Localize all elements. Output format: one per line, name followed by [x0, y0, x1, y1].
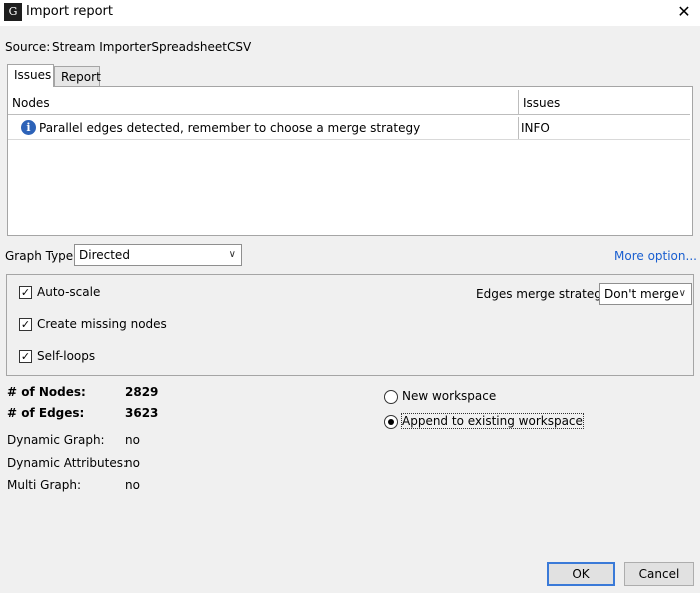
multi-graph-label: Multi Graph:	[7, 478, 81, 492]
more-options-link[interactable]: More option...	[614, 249, 697, 263]
self-loops-checkbox[interactable]: ✓	[19, 350, 32, 363]
edges-merge-strategy-label: Edges merge strategy:	[476, 287, 613, 301]
source-value: Stream ImporterSpreadsheetCSV	[52, 40, 252, 54]
column-header-issues[interactable]: Issues	[518, 90, 690, 114]
append-workspace-label: Append to existing workspace	[401, 413, 584, 429]
close-icon[interactable]: ✕	[672, 1, 696, 23]
edges-count-value: 3623	[125, 406, 159, 420]
app-logo-icon: G	[4, 3, 22, 21]
issues-table-header: Nodes Issues	[8, 90, 690, 115]
source-label: Source:	[5, 40, 51, 54]
auto-scale-label: Auto-scale	[37, 285, 101, 299]
new-workspace-label: New workspace	[402, 389, 497, 403]
tab-report[interactable]: Report	[54, 66, 101, 87]
info-icon: i	[21, 120, 36, 135]
chevron-down-icon: ∨	[678, 288, 686, 299]
dynamic-graph-value: no	[125, 433, 140, 447]
ok-button[interactable]: OK	[547, 562, 615, 586]
nodes-count-label: # of Nodes:	[7, 385, 86, 399]
dynamic-attributes-value: no	[125, 456, 140, 470]
merge-strategy-value: Don't merge	[604, 287, 679, 301]
column-header-nodes[interactable]: Nodes	[8, 90, 518, 114]
graph-type-value: Directed	[79, 248, 130, 262]
auto-scale-checkbox[interactable]: ✓	[19, 286, 32, 299]
issue-level: INFO	[518, 117, 690, 139]
create-missing-nodes-label: Create missing nodes	[37, 317, 167, 331]
table-row[interactable]: i Parallel edges detected, remember to c…	[8, 117, 690, 140]
window-title: Import report	[26, 4, 113, 19]
graph-type-label: Graph Type:	[5, 249, 78, 263]
nodes-count-value: 2829	[125, 385, 159, 399]
edges-merge-strategy-dropdown[interactable]: Don't merge ∨	[599, 283, 692, 305]
edges-count-label: # of Edges:	[7, 406, 85, 420]
tab-issues[interactable]: Issues	[7, 64, 54, 87]
cancel-button[interactable]: Cancel	[624, 562, 694, 586]
dynamic-graph-label: Dynamic Graph:	[7, 433, 105, 447]
self-loops-label: Self-loops	[37, 349, 96, 363]
chevron-down-icon: ∨	[228, 249, 236, 260]
new-workspace-radio[interactable]	[384, 390, 398, 404]
multi-graph-value: no	[125, 478, 140, 492]
dynamic-attributes-label: Dynamic Attributes:	[7, 456, 128, 470]
create-missing-nodes-checkbox[interactable]: ✓	[19, 318, 32, 331]
graph-type-dropdown[interactable]: Directed ∨	[74, 244, 242, 266]
issue-message: Parallel edges detected, remember to cho…	[39, 121, 421, 135]
append-workspace-radio[interactable]	[384, 415, 398, 429]
radio-selected-dot	[388, 419, 394, 425]
